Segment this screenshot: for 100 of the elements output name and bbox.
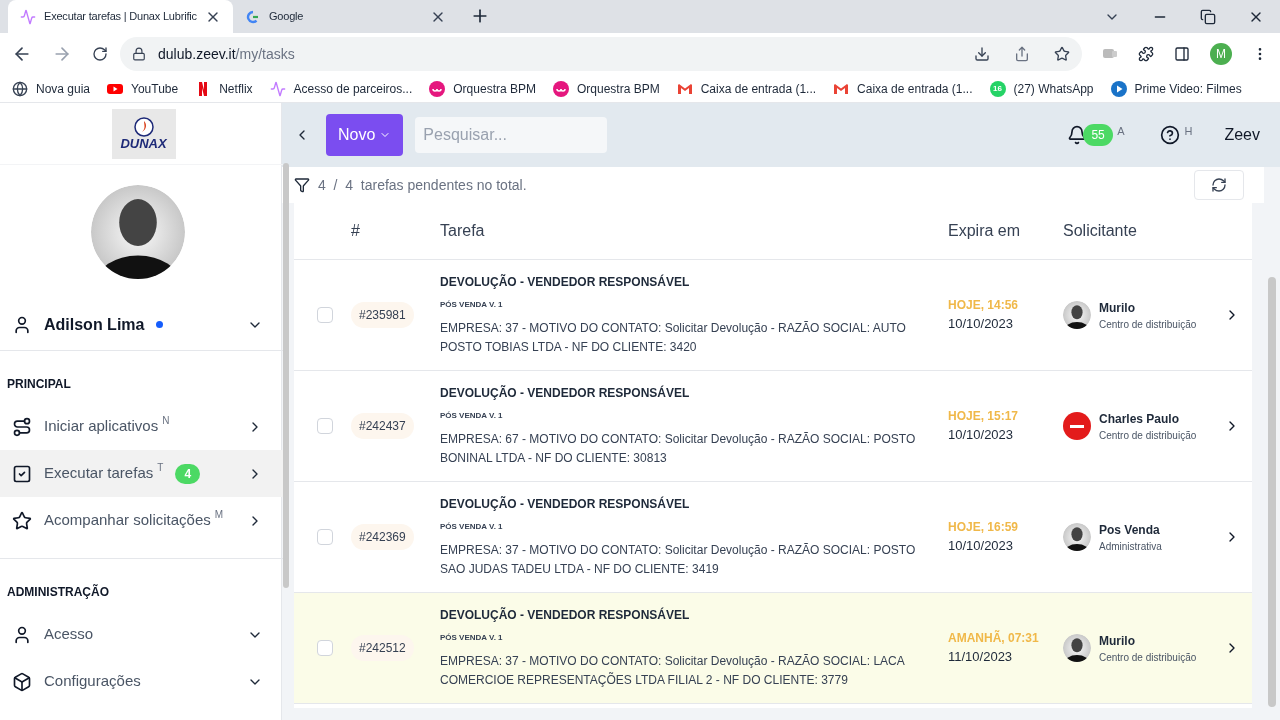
row-checkbox[interactable] <box>316 307 333 323</box>
filter-icon[interactable] <box>294 177 310 193</box>
bookmark[interactable]: YouTube <box>107 79 179 98</box>
star-icon <box>12 510 32 531</box>
nav-label: Acompanhar solicitações <box>44 510 211 531</box>
scrollbar-thumb[interactable] <box>1268 277 1276 707</box>
scrollbar-thumb[interactable] <box>283 163 290 588</box>
task-title: DEVOLUÇÃO - VENDEDOR RESPONSÁVEL <box>440 495 691 513</box>
bookmark[interactable]: Caixa de entrada (1... <box>676 79 817 98</box>
due-date: 10/10/2023 <box>948 426 1015 445</box>
task-row[interactable] <box>294 593 1252 704</box>
nav-item[interactable]: Acesso <box>0 611 284 658</box>
url-text: dulub.zeev.it/my/tasks <box>158 44 296 64</box>
avatar-silhouette <box>1063 301 1091 329</box>
bookmark-label: Caixa de entrada (1... <box>857 80 973 98</box>
checkbox-icon <box>12 463 32 484</box>
task-summary: 4 / 4 tarefas pendentes no total. <box>318 175 528 195</box>
section-title: ADMINISTRAÇÃO <box>6 583 110 601</box>
bookmark[interactable]: Caixa de entrada (1... <box>833 79 973 98</box>
wave-icon <box>269 80 286 97</box>
bookmark-star-icon[interactable] <box>1054 46 1070 62</box>
install-icon[interactable] <box>974 46 990 62</box>
bookmark[interactable]: Acesso de parceiros... <box>269 79 413 98</box>
nav-item[interactable]: Iniciar aplicativos N <box>0 403 284 450</box>
refresh-icon <box>1211 177 1227 193</box>
search-field[interactable]: Pesquisar... <box>415 117 608 153</box>
process-name: PÓS VENDA V. 1 <box>440 521 504 533</box>
shortcut-letter: H <box>1184 123 1193 139</box>
bookmark-label: Prime Video: Filmes <box>1134 80 1242 98</box>
bookmark-label: Orquestra BPM <box>577 80 660 98</box>
company-avatar <box>1063 412 1091 440</box>
column-header: # <box>351 221 361 241</box>
due-label: HOJE, 16:59 <box>948 519 1020 537</box>
avatar-silhouette <box>1063 634 1091 662</box>
column-header: Tarefa <box>440 221 486 241</box>
restore-icon[interactable] <box>1200 8 1216 25</box>
browser-tab[interactable]: Google <box>233 0 458 33</box>
row-checkbox[interactable] <box>316 418 333 434</box>
wave-icon <box>20 8 36 25</box>
user-name: Adilson Lima <box>44 314 145 335</box>
avatar-silhouette <box>1063 523 1091 551</box>
count-badge: 4 <box>175 463 201 484</box>
bookmark-label: Caixa de entrada (1... <box>700 80 817 98</box>
address-bar[interactable]: dulub.zeev.it/my/tasks <box>120 37 1082 71</box>
help-icon[interactable] <box>1160 125 1181 145</box>
bookmark[interactable]: Netflix <box>195 79 253 98</box>
side-panel-icon[interactable] <box>1174 46 1190 62</box>
process-name: PÓS VENDA V. 1 <box>440 299 504 311</box>
browser-tab[interactable]: Executar tarefas | Dunax Lubrific <box>8 0 233 33</box>
requester-name: Pos Venda <box>1099 521 1161 539</box>
user-icon <box>12 314 32 335</box>
g-logo-icon <box>245 8 261 25</box>
row-checkbox[interactable] <box>316 529 333 545</box>
bookmark-label: Nova guia <box>36 80 91 98</box>
row-checkbox[interactable] <box>316 640 333 656</box>
requester-name: Charles Paulo <box>1099 410 1181 428</box>
due-label: HOJE, 14:56 <box>948 297 1020 315</box>
play-circle-icon <box>1110 80 1127 97</box>
nav-label: Iniciar aplicativos <box>44 416 159 437</box>
nav-item[interactable]: Executar tarefas T 4 <box>0 450 284 497</box>
due-label: AMANHÃ, 07:31 <box>948 629 1040 648</box>
due-date: 10/10/2023 <box>948 537 1015 556</box>
flame-icon <box>133 117 154 137</box>
task-id-tag: #242512 <box>351 635 414 661</box>
infinity-icon <box>429 80 446 97</box>
shortcut-letter: T <box>157 461 164 475</box>
tab-title: Executar tarefas | Dunax Lubrific <box>44 9 197 25</box>
bookmark[interactable]: Orquestra BPM <box>553 79 660 98</box>
bookmark-label: YouTube <box>131 80 179 98</box>
brand-name: Zeev <box>1224 125 1260 145</box>
infinity-icon <box>553 80 569 97</box>
shortcut-letter: A <box>1117 123 1125 139</box>
bookmark-label: Acesso de parceiros... <box>293 80 413 98</box>
task-id-tag: #235981 <box>351 302 414 328</box>
task-title: DEVOLUÇÃO - VENDEDOR RESPONSÁVEL <box>440 606 691 624</box>
nav-item[interactable]: Configurações <box>0 658 284 705</box>
bookmark[interactable]: Orquestra BPM <box>429 79 536 98</box>
route-icon <box>12 416 32 437</box>
puzzle-icon[interactable] <box>1138 46 1154 62</box>
bookmark[interactable]: 16 (27) WhatsApp <box>989 79 1094 98</box>
task-description: EMPRESA: 67 - MOTIVO DO CONTATO: Solicitar Devolução - RAZÃO SOCIAL: POSTO BONINAL LTDA - NF DO CLIENTE: 30813 <box>440 431 917 467</box>
lock-icon <box>132 47 146 61</box>
requester-name: Murilo <box>1099 299 1136 317</box>
bookmark[interactable]: Nova guia <box>12 79 91 98</box>
nav-item[interactable]: Acompanhar solicitações M <box>0 497 284 544</box>
reload-icon[interactable] <box>92 46 108 62</box>
due-date: 11/10/2023 <box>948 648 1014 667</box>
bookmark[interactable]: Prime Video: Filmes <box>1110 79 1242 98</box>
new-button[interactable]: Novo <box>326 114 404 156</box>
requester-department: Administrativa <box>1099 539 1162 554</box>
logo-text: DUNAX <box>120 137 167 150</box>
requester-department: Centro de distribuição <box>1099 650 1197 665</box>
bookmark-label: Orquestra BPM <box>453 80 536 98</box>
requester-name: Murilo <box>1099 632 1136 650</box>
nav-label: Acesso <box>44 624 94 645</box>
refresh-button[interactable] <box>1194 170 1244 200</box>
due-label: HOJE, 15:17 <box>948 408 1020 426</box>
task-description: EMPRESA: 37 - MOTIVO DO CONTATO: Solicitar Devolução - RAZÃO SOCIAL: LACA COMERCIOE REPRESENTAÇÕES LTDA FILIAL 2 - NF DO CLIENTE: 3779 <box>440 653 906 689</box>
share-icon[interactable] <box>1014 46 1030 62</box>
task-title: DEVOLUÇÃO - VENDEDOR RESPONSÁVEL <box>440 273 691 291</box>
